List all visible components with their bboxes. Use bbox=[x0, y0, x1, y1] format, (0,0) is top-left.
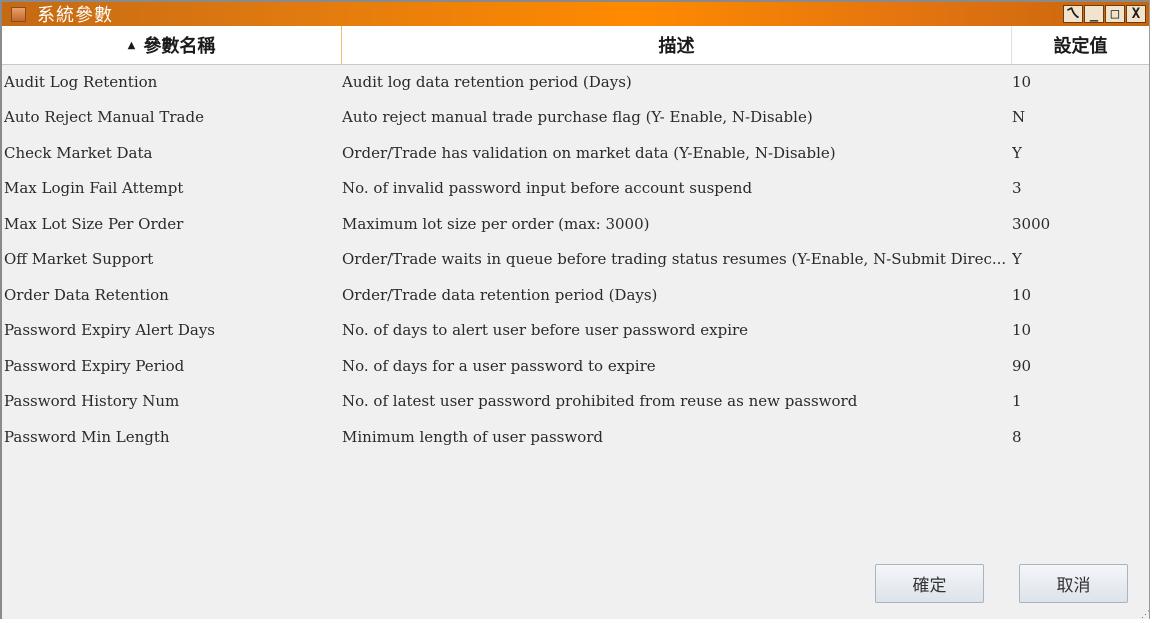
system-parameters-window: 系統參數 ㄟ _ □ X ▲ 參數名稱 描述 設定值 Audit Log Ret… bbox=[0, 0, 1150, 619]
parameter-value[interactable]: 90 bbox=[1012, 357, 1149, 375]
parameter-value[interactable]: 10 bbox=[1012, 286, 1149, 304]
table-row[interactable]: Order Data Retention Order/Trade data re… bbox=[2, 277, 1149, 313]
resize-grip-icon[interactable]: ⋰ bbox=[1141, 610, 1150, 620]
parameter-description: Auto reject manual trade purchase flag (… bbox=[342, 108, 813, 127]
table-row[interactable]: Password Min Length Minimum length of us… bbox=[2, 419, 1149, 455]
parameter-value[interactable]: N bbox=[1012, 108, 1149, 126]
column-header-value[interactable]: 設定值 bbox=[1012, 26, 1149, 64]
table-row[interactable]: Max Lot Size Per Order Maximum lot size … bbox=[2, 206, 1149, 242]
minimize-icon[interactable]: _ bbox=[1084, 5, 1104, 23]
parameter-value[interactable]: 10 bbox=[1012, 73, 1149, 91]
column-header-description-label: 描述 bbox=[658, 36, 695, 57]
parameter-value[interactable]: 3000 bbox=[1012, 215, 1149, 233]
parameter-value[interactable]: 8 bbox=[1012, 428, 1149, 446]
table-header: ▲ 參數名稱 描述 設定值 bbox=[2, 26, 1149, 65]
close-icon[interactable]: X bbox=[1126, 5, 1146, 23]
parameter-name: Audit Log Retention bbox=[4, 72, 158, 91]
parameter-name: Auto Reject Manual Trade bbox=[4, 108, 204, 127]
restore-icon[interactable]: ㄟ bbox=[1063, 5, 1083, 23]
parameter-name: Password Expiry Alert Days bbox=[4, 321, 216, 340]
parameter-description: Minimum length of user password bbox=[342, 427, 603, 446]
window-title: 系統參數 bbox=[37, 5, 113, 26]
table-row[interactable]: Password History Num No. of latest user … bbox=[2, 384, 1149, 420]
title-bar[interactable]: 系統參數 ㄟ _ □ X bbox=[2, 2, 1149, 26]
parameter-name: Max Login Fail Attempt bbox=[4, 179, 184, 198]
table-row[interactable]: Off Market Support Order/Trade waits in … bbox=[2, 242, 1149, 278]
parameter-name: Password History Num bbox=[4, 392, 180, 411]
parameter-name: Check Market Data bbox=[4, 143, 153, 162]
parameter-description: No. of invalid password input before acc… bbox=[342, 179, 753, 198]
parameter-value[interactable]: 1 bbox=[1012, 392, 1149, 410]
parameter-description: No. of days for a user password to expir… bbox=[342, 356, 656, 375]
column-header-name-label: 參數名稱 bbox=[143, 36, 216, 57]
parameter-description: Order/Trade data retention period (Days) bbox=[342, 285, 658, 304]
parameter-name: Order Data Retention bbox=[4, 285, 169, 304]
parameter-description: Order/Trade has validation on market dat… bbox=[342, 143, 836, 162]
column-header-value-label: 設定值 bbox=[1053, 36, 1108, 57]
parameter-description: Audit log data retention period (Days) bbox=[342, 72, 632, 91]
parameter-value[interactable]: Y bbox=[1012, 144, 1149, 162]
table-row[interactable]: Audit Log Retention Audit log data reten… bbox=[2, 64, 1149, 100]
parameter-description: Maximum lot size per order (max: 3000) bbox=[342, 214, 650, 233]
table-body: Audit Log Retention Audit log data reten… bbox=[2, 64, 1149, 455]
parameters-table: ▲ 參數名稱 描述 設定值 Audit Log Retention Audit … bbox=[2, 26, 1149, 553]
column-header-description[interactable]: 描述 bbox=[342, 26, 1012, 64]
window-controls: ㄟ _ □ X bbox=[1063, 5, 1146, 23]
ok-button[interactable]: 確定 bbox=[875, 564, 984, 603]
parameter-name: Off Market Support bbox=[4, 250, 154, 269]
parameter-name: Password Expiry Period bbox=[4, 356, 185, 375]
table-row[interactable]: Auto Reject Manual Trade Auto reject man… bbox=[2, 100, 1149, 136]
table-row[interactable]: Password Expiry Alert Days No. of days t… bbox=[2, 313, 1149, 349]
parameter-description: No. of latest user password prohibited f… bbox=[342, 392, 858, 411]
table-row[interactable]: Password Expiry Period No. of days for a… bbox=[2, 348, 1149, 384]
parameter-description: Order/Trade waits in queue before tradin… bbox=[342, 250, 1007, 269]
table-row[interactable]: Max Login Fail Attempt No. of invalid pa… bbox=[2, 171, 1149, 207]
window-icon bbox=[11, 6, 26, 22]
parameter-name: Max Lot Size Per Order bbox=[4, 214, 184, 233]
table-row[interactable]: Check Market Data Order/Trade has valida… bbox=[2, 135, 1149, 171]
parameter-name: Password Min Length bbox=[4, 427, 170, 446]
parameter-description: No. of days to alert user before user pa… bbox=[342, 321, 749, 340]
parameter-value[interactable]: Y bbox=[1012, 250, 1149, 268]
parameter-value[interactable]: 3 bbox=[1012, 179, 1149, 197]
sort-ascending-icon: ▲ bbox=[127, 39, 136, 51]
cancel-button[interactable]: 取消 bbox=[1019, 564, 1128, 603]
column-header-name[interactable]: ▲ 參數名稱 bbox=[2, 26, 342, 64]
parameter-value[interactable]: 10 bbox=[1012, 321, 1149, 339]
maximize-icon[interactable]: □ bbox=[1105, 5, 1125, 23]
